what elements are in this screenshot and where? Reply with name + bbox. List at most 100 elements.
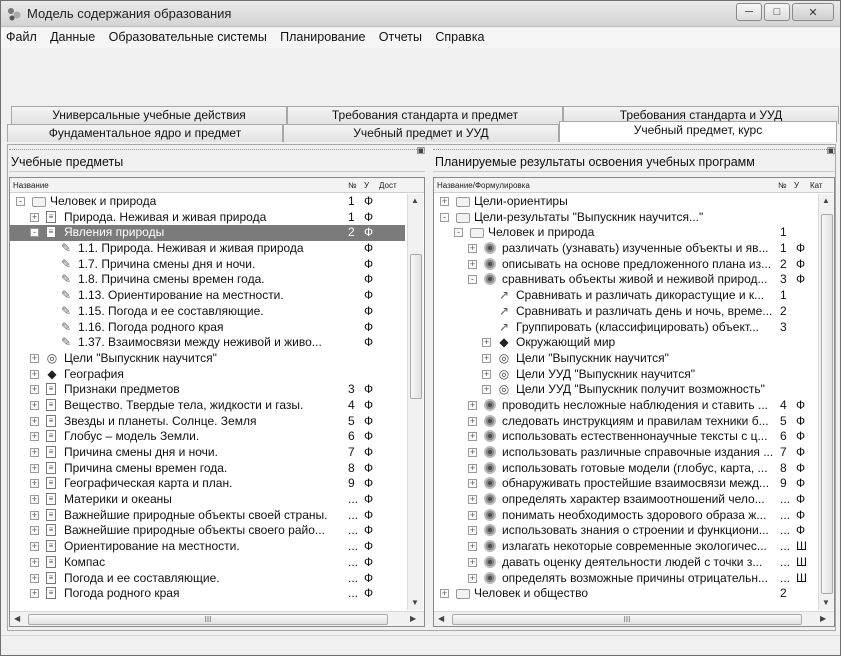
scroll-up-icon[interactable]: ▲: [822, 196, 830, 205]
right-panel-splitter[interactable]: ▣: [433, 145, 835, 155]
menu-data[interactable]: Данные: [45, 28, 100, 46]
tree-row[interactable]: ✎ 1.1. Природа. Неживая и живая природа Ф: [10, 241, 405, 257]
tree-row[interactable]: + давать оценку деятельности людей с точк…: [434, 555, 817, 571]
tab-universal-actions[interactable]: Универсальные учебные действия: [11, 106, 287, 124]
tree-row[interactable]: - ≡ Явления природы 2 Ф: [10, 225, 405, 242]
right-hscroll-thumb[interactable]: III: [452, 614, 802, 625]
expand-icon[interactable]: +: [468, 400, 477, 410]
collapse-icon[interactable]: -: [16, 197, 25, 206]
tree-row[interactable]: ✎ 1.16. Погода родного края Ф: [10, 320, 405, 336]
col-header-u[interactable]: У: [364, 181, 369, 190]
tab-subject-course[interactable]: Учебный предмет, курс: [559, 121, 837, 142]
expand-icon[interactable]: +: [468, 573, 477, 583]
expand-icon[interactable]: +: [468, 542, 477, 552]
tree-row[interactable]: + ≡ Ориентирование на местности.... Ф: [10, 539, 405, 555]
menu-planning[interactable]: Планирование: [275, 28, 370, 46]
col-header-num[interactable]: №: [778, 181, 787, 190]
menu-file[interactable]: Файл: [1, 28, 42, 46]
tree-row[interactable]: + использовать естественнонаучные тексты …: [434, 429, 817, 445]
scroll-up-icon[interactable]: ▲: [411, 196, 419, 205]
expand-icon[interactable]: +: [30, 526, 39, 536]
tree-row[interactable]: + различать (узнавать) изученные объекты …: [434, 241, 817, 257]
right-hscrollbar[interactable]: ◀ III ▶: [434, 611, 834, 626]
scroll-down-icon[interactable]: ▼: [822, 598, 830, 607]
col-header-dost[interactable]: Дост: [379, 181, 397, 190]
col-header-name[interactable]: Название: [13, 181, 49, 190]
expand-icon[interactable]: +: [468, 432, 477, 442]
tree-row[interactable]: + ≡ Погода и ее составляющие.... Ф: [10, 571, 405, 587]
tree-row[interactable]: ✎ 1.8. Причина смены времен года. Ф: [10, 272, 405, 288]
tree-row[interactable]: + использовать готовые модели (глобус, ка…: [434, 461, 817, 477]
expand-icon[interactable]: +: [30, 510, 39, 520]
tree-row[interactable]: + ◆ География: [10, 367, 405, 383]
left-panel-splitter[interactable]: ▣: [9, 145, 425, 155]
expand-icon[interactable]: +: [30, 369, 39, 379]
expand-icon[interactable]: +: [30, 212, 39, 222]
col-header-name[interactable]: Название/Формулировка: [437, 181, 530, 190]
left-vscroll-thumb[interactable]: [410, 254, 422, 399]
collapse-icon[interactable]: -: [440, 212, 449, 222]
expand-icon[interactable]: +: [468, 479, 477, 489]
collapse-icon[interactable]: -: [30, 228, 39, 238]
tree-row[interactable]: + Цели-ориентиры: [434, 194, 817, 210]
menu-help[interactable]: Справка: [430, 28, 489, 46]
expand-icon[interactable]: +: [468, 510, 477, 520]
tree-row[interactable]: + излагать некоторые современные экологич…: [434, 539, 817, 555]
col-header-u[interactable]: У: [794, 181, 799, 190]
right-vscroll-thumb[interactable]: [821, 214, 833, 594]
expand-icon[interactable]: +: [482, 353, 491, 363]
expand-icon[interactable]: +: [30, 479, 39, 489]
tree-row[interactable]: + ≡ Признаки предметов 3 Ф: [10, 382, 405, 398]
tree-row[interactable]: + ◎ Цели УУД "Выпускник получит возможност…: [434, 382, 817, 398]
expand-icon[interactable]: +: [468, 526, 477, 536]
tree-row[interactable]: ✎ 1.7. Причина смены дня и ночи. Ф: [10, 257, 405, 273]
tree-row[interactable]: + ≡ Важнейшие природные объекты своего рай…: [10, 523, 405, 539]
expand-icon[interactable]: +: [468, 463, 477, 473]
tree-row[interactable]: + ◎ Цели "Выпускник научится": [10, 351, 405, 367]
scroll-left-icon[interactable]: ◀: [438, 614, 444, 623]
tree-row[interactable]: + понимать необходимость здорового образа…: [434, 508, 817, 524]
expand-icon[interactable]: +: [468, 448, 477, 457]
pin-icon[interactable]: ▣: [416, 145, 425, 156]
tree-row[interactable]: + использовать различные справочные издан…: [434, 445, 817, 461]
expand-icon[interactable]: +: [30, 589, 39, 599]
title-bar[interactable]: Модель содержания образования ─ □ ✕: [1, 1, 840, 27]
scroll-right-icon[interactable]: ▶: [820, 614, 826, 623]
tree-row[interactable]: + ≡ Звезды и планеты. Солнце. Земля 5 Ф: [10, 414, 405, 430]
tree-row[interactable]: ✎ 1.37. Взаимосвязи между неживой и живо.…: [10, 335, 405, 351]
expand-icon[interactable]: +: [30, 432, 39, 442]
expand-icon[interactable]: +: [30, 400, 39, 410]
pin-icon[interactable]: ▣: [826, 145, 835, 156]
expand-icon[interactable]: +: [440, 197, 449, 206]
tree-row[interactable]: - Цели-результаты "Выпускник научится...": [434, 210, 817, 226]
tree-row[interactable]: + определять характер взаимоотношений чел…: [434, 492, 817, 508]
tree-row[interactable]: + ≡ Географическая карта и план. 9 Ф: [10, 476, 405, 492]
tree-row[interactable]: + ≡ Глобус – модель Земли. 6 Ф: [10, 429, 405, 445]
left-hscroll-thumb[interactable]: III: [28, 614, 388, 625]
tree-row[interactable]: + ≡ Причина смены времен года. 8 Ф: [10, 461, 405, 477]
tree-row[interactable]: + ≡ Вещество. Твердые тела, жидкости и газ…: [10, 398, 405, 414]
expand-icon[interactable]: +: [30, 495, 39, 505]
col-header-kat[interactable]: Кат: [810, 181, 823, 190]
tree-row[interactable]: + ≡ Погода родного края... Ф: [10, 586, 405, 602]
expand-icon[interactable]: +: [30, 542, 39, 552]
tree-row[interactable]: + ◆ Окружающий мир: [434, 335, 817, 351]
tree-row[interactable]: + обнаруживать простейшие взаимосвязи меж…: [434, 476, 817, 492]
tree-row[interactable]: + ≡ Материки и океаны... Ф: [10, 492, 405, 508]
tree-row[interactable]: ↗ Группировать (классифицировать) объект.…: [434, 320, 817, 336]
tree-row[interactable]: + ≡ Важнейшие природные объекты своей стра…: [10, 508, 405, 524]
tree-row[interactable]: + проводить несложные наблюдения и ставит…: [434, 398, 817, 414]
tree-row[interactable]: ✎ 1.15. Погода и ее составляющие. Ф: [10, 304, 405, 320]
expand-icon[interactable]: +: [440, 589, 449, 599]
expand-icon[interactable]: +: [468, 416, 477, 426]
expand-icon[interactable]: +: [30, 353, 39, 363]
tree-row[interactable]: ↗ Сравнивать и различать день и ночь, вре…: [434, 304, 817, 320]
expand-icon[interactable]: +: [30, 463, 39, 473]
right-vscrollbar[interactable]: ▲ ▼: [818, 194, 834, 610]
tree-row[interactable]: + определять возможные причины отрицатель…: [434, 571, 817, 587]
col-header-num[interactable]: №: [348, 181, 357, 190]
close-button[interactable]: ✕: [792, 3, 834, 21]
tree-row[interactable]: + описывать на основе предложенного плана…: [434, 257, 817, 273]
minimize-button[interactable]: ─: [736, 3, 762, 21]
tree-row[interactable]: + ≡ Природа. Неживая и живая природа 1 Ф: [10, 210, 405, 226]
